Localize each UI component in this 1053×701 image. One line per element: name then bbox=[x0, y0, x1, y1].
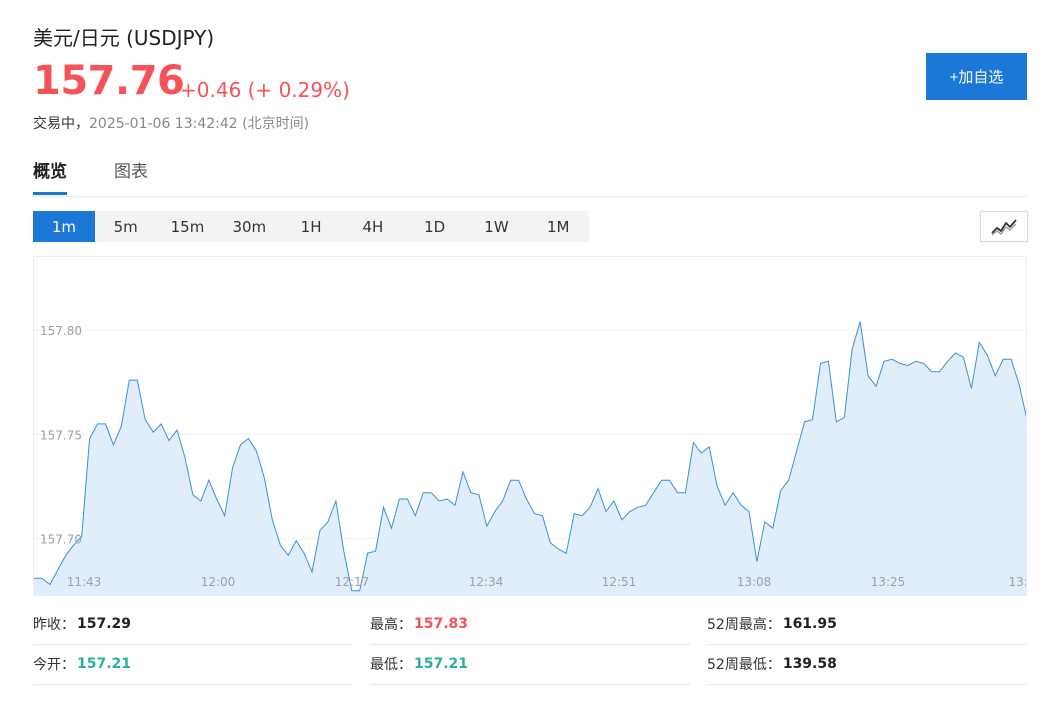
period-4h[interactable]: 4H bbox=[342, 211, 404, 242]
tab-bar: 概览 图表 bbox=[33, 160, 1027, 197]
stat-prev-close: 昨收： 157.29 bbox=[33, 604, 353, 645]
stat-value: 161.95 bbox=[782, 616, 837, 632]
line-chart-icon bbox=[991, 218, 1017, 235]
trading-status: 交易中，2025-01-06 13:42:42 (北京时间) bbox=[33, 113, 309, 133]
y-tick-label: 157.70 bbox=[40, 533, 82, 547]
x-tick-label: 13:4 bbox=[1009, 575, 1027, 589]
period-30m[interactable]: 30m bbox=[218, 211, 280, 242]
period-1d[interactable]: 1D bbox=[404, 211, 466, 242]
stat-value: 157.83 bbox=[414, 616, 469, 632]
stat-label: 今开： bbox=[33, 657, 75, 673]
period-1h[interactable]: 1H bbox=[280, 211, 342, 242]
y-tick-label: 157.80 bbox=[40, 324, 82, 338]
price-change: +0.46 (+ 0.29%) bbox=[180, 78, 350, 102]
chart-type-button[interactable] bbox=[980, 211, 1028, 242]
period-1m[interactable]: 1m bbox=[33, 211, 95, 242]
x-tick-label: 13:08 bbox=[737, 575, 772, 589]
stat-label: 最低： bbox=[370, 657, 412, 673]
price-chart-svg: 157.80 157.75 157.70 11:43 12:00 12:17 12:34 12… bbox=[34, 321, 1027, 595]
timestamp: 2025-01-06 13:42:42 (北京时间) bbox=[89, 116, 310, 132]
stat-open: 今开： 157.21 bbox=[33, 644, 353, 685]
y-tick-label: 157.75 bbox=[40, 428, 82, 442]
stat-label: 最高： bbox=[370, 617, 412, 633]
x-tick-label: 12:51 bbox=[602, 575, 637, 589]
x-tick-label: 12:17 bbox=[335, 575, 370, 589]
stat-label: 52周最低： bbox=[707, 657, 781, 673]
stat-52w-high: 52周最高： 161.95 bbox=[707, 604, 1027, 645]
x-tick-label: 11:43 bbox=[67, 575, 102, 589]
x-tick-label: 12:00 bbox=[201, 575, 236, 589]
page-title: 美元/日元 (USDJPY) bbox=[33, 26, 215, 50]
stat-label: 昨收： bbox=[33, 617, 75, 633]
price-area bbox=[34, 321, 1026, 595]
add-to-watchlist-button[interactable]: +加自选 bbox=[926, 53, 1027, 100]
period-1mo[interactable]: 1M bbox=[527, 211, 589, 242]
period-selector: 1m 5m 15m 30m 1H 4H 1D 1W 1M bbox=[33, 211, 590, 242]
price-chart: 157.80 157.75 157.70 11:43 12:00 12:17 12:34 12… bbox=[33, 256, 1027, 596]
status-label: 交易中， bbox=[33, 116, 89, 132]
stat-label: 52周最高： bbox=[707, 617, 781, 633]
stat-value: 157.29 bbox=[77, 616, 132, 632]
period-5m[interactable]: 5m bbox=[95, 211, 157, 242]
current-price: 157.76 bbox=[33, 58, 185, 104]
stat-low: 最低： 157.21 bbox=[370, 644, 690, 685]
tab-chart[interactable]: 图表 bbox=[114, 160, 148, 194]
stat-value: 139.58 bbox=[782, 656, 837, 672]
stat-52w-low: 52周最低： 139.58 bbox=[707, 644, 1027, 685]
stat-value: 157.21 bbox=[414, 656, 469, 672]
tab-overview[interactable]: 概览 bbox=[33, 160, 67, 195]
x-tick-label: 13:25 bbox=[871, 575, 906, 589]
stat-high: 最高： 157.83 bbox=[370, 604, 690, 645]
stat-value: 157.21 bbox=[77, 656, 132, 672]
x-tick-label: 12:34 bbox=[469, 575, 504, 589]
period-15m[interactable]: 15m bbox=[157, 211, 219, 242]
period-1w[interactable]: 1W bbox=[466, 211, 528, 242]
